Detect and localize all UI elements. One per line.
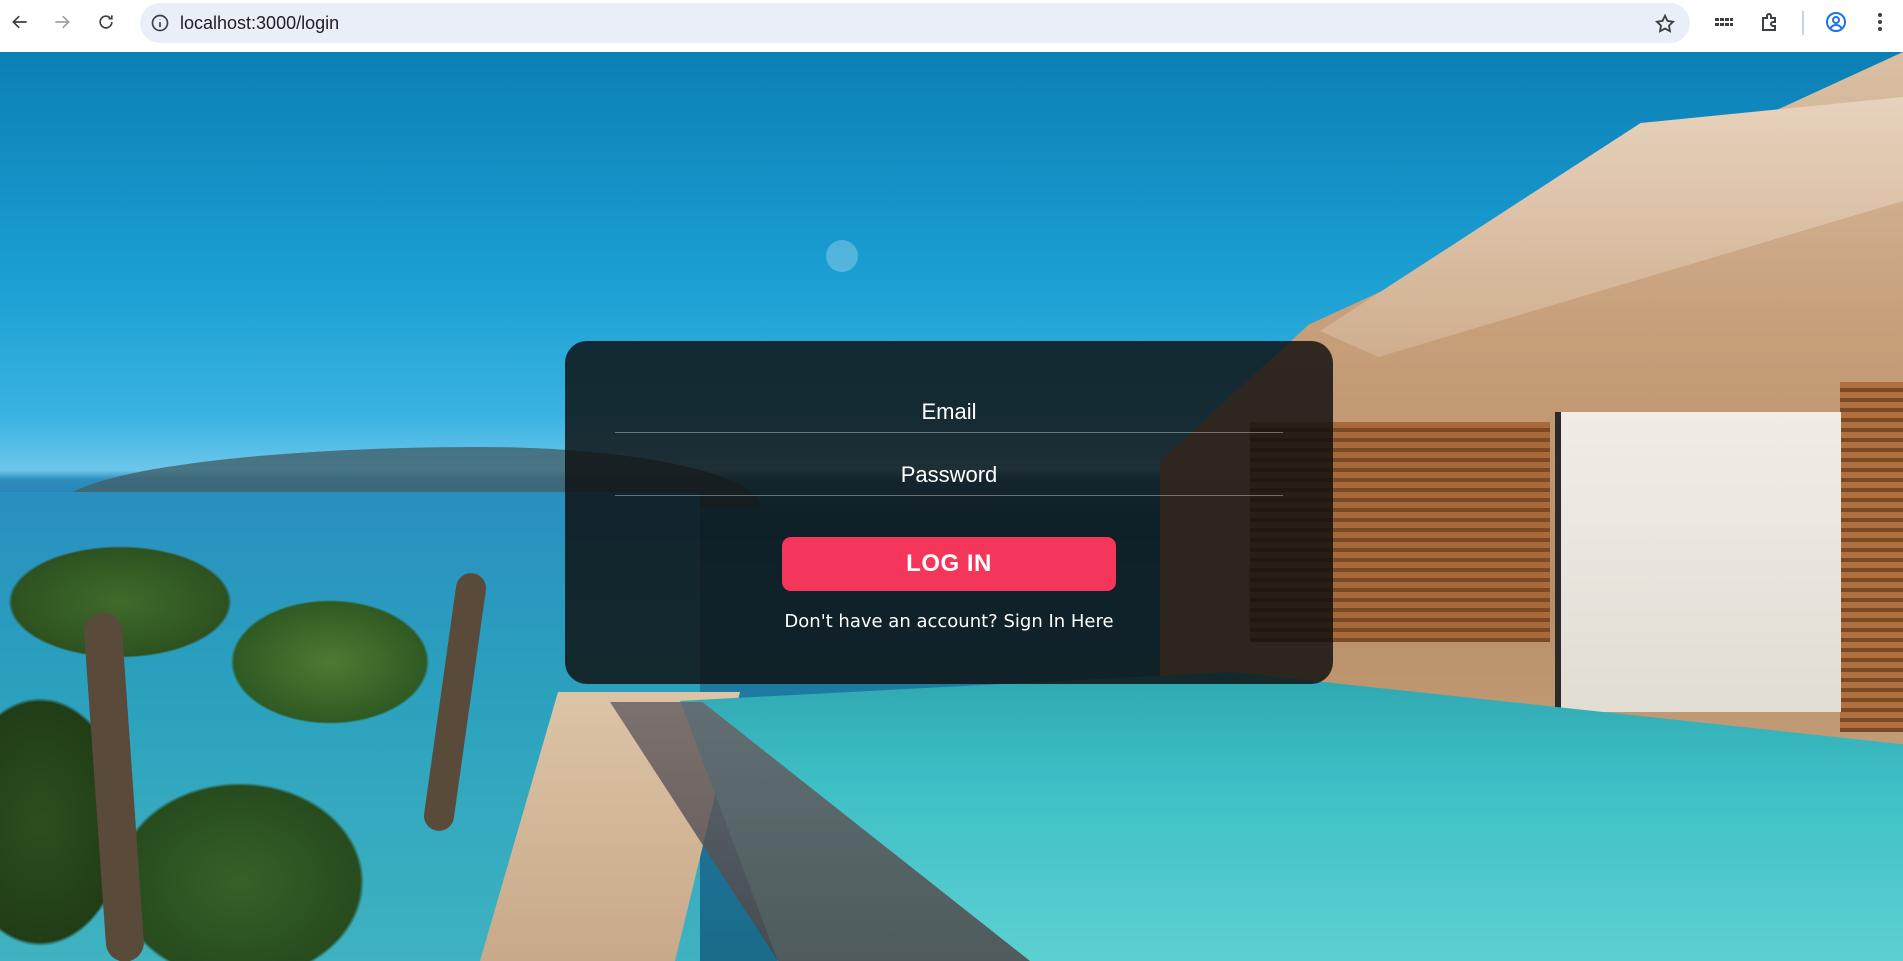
login-card: LOG IN Don't have an account? Sign In He… [565,341,1333,684]
arrow-left-icon [12,15,27,29]
reload-button[interactable] [86,2,126,42]
email-field[interactable] [615,391,1283,433]
extension-grid-icon[interactable] [1712,10,1736,34]
forward-button[interactable] [42,2,82,42]
reload-icon [99,15,113,29]
url-text[interactable]: localhost:3000/login [180,13,339,34]
toolbar-divider [1802,11,1804,35]
signup-prompt: Don't have an account? Sign In Here [565,611,1333,632]
info-icon[interactable] [150,13,170,33]
arrow-right-icon [55,15,70,29]
background-wood-slats [1840,382,1903,732]
profile-icon[interactable] [1824,10,1848,34]
puzzle-icon[interactable] [1758,10,1782,34]
login-button[interactable]: LOG IN [782,537,1116,591]
signup-prompt-text: Don't have an account? [784,611,998,632]
star-icon[interactable] [1654,13,1676,35]
more-menu-icon[interactable] [1868,10,1892,34]
password-field[interactable] [615,454,1283,496]
address-bar[interactable]: localhost:3000/login [140,3,1690,43]
browser-toolbar: localhost:3000/login [0,0,1903,53]
signup-link[interactable]: Sign In Here [1003,611,1113,632]
background-bedroom [1555,412,1841,712]
background-moon [826,240,858,272]
back-button[interactable] [0,2,40,42]
